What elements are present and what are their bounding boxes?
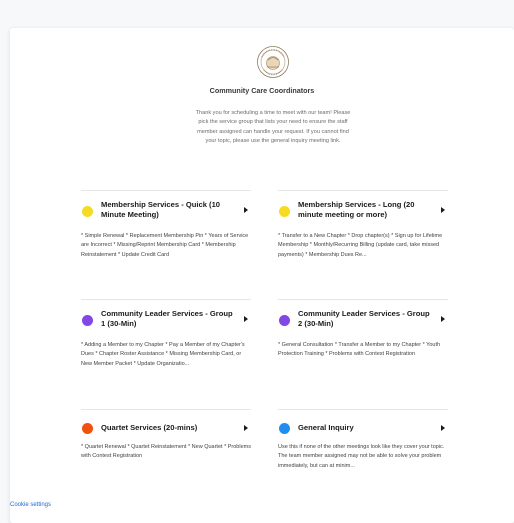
event-name: Community Leader Services - Group 2 (30-… bbox=[298, 309, 430, 328]
orange-color-dot-icon bbox=[82, 423, 93, 434]
organization-logo bbox=[256, 45, 290, 79]
blue-color-dot-icon bbox=[279, 423, 290, 434]
event-description: * General Consultation * Transfer a Memb… bbox=[278, 342, 441, 358]
purple-color-dot-icon bbox=[82, 315, 93, 326]
arrow-right-icon[interactable] bbox=[244, 207, 248, 213]
arrow-right-icon[interactable] bbox=[244, 316, 248, 322]
yellow-color-dot-icon bbox=[82, 206, 93, 217]
event-type-general-inquiry[interactable]: General Inquiry Use this if none of the … bbox=[278, 409, 448, 471]
cookie-settings-link[interactable]: Cookie settings bbox=[10, 502, 51, 508]
purple-color-dot-icon bbox=[279, 315, 290, 326]
event-name: Membership Services - Quick (10 Minute M… bbox=[101, 200, 221, 219]
intro-text: Thank you for scheduling a time to meet … bbox=[195, 110, 351, 145]
event-name: General Inquiry bbox=[298, 423, 354, 432]
event-name: Community Leader Services - Group 1 (30-… bbox=[101, 309, 233, 328]
event-name: Quartet Services (20-mins) bbox=[101, 423, 198, 432]
event-type-community-leader-group-2[interactable]: Community Leader Services - Group 2 (30-… bbox=[278, 299, 448, 360]
arrow-right-icon[interactable] bbox=[441, 316, 445, 322]
arrow-right-icon[interactable] bbox=[441, 425, 445, 431]
event-name: Membership Services - Long (20 minute me… bbox=[298, 200, 415, 219]
event-type-membership-long[interactable]: Membership Services - Long (20 minute me… bbox=[278, 190, 448, 260]
event-type-quartet-services[interactable]: Quartet Services (20-mins) * Quartet Ren… bbox=[81, 409, 251, 462]
scheduling-card: Community Care Coordinators Thank you fo… bbox=[10, 28, 514, 523]
yellow-color-dot-icon bbox=[279, 206, 290, 217]
event-description: * Quartet Renewal * Quartet Reinstatemen… bbox=[81, 444, 251, 460]
page-title: Community Care Coordinators bbox=[209, 86, 315, 95]
event-description: * Transfer to a New Chapter * Drop chapt… bbox=[278, 233, 443, 258]
event-type-community-leader-group-1[interactable]: Community Leader Services - Group 1 (30-… bbox=[81, 299, 251, 369]
arrow-right-icon[interactable] bbox=[244, 425, 248, 431]
event-type-membership-quick[interactable]: Membership Services - Quick (10 Minute M… bbox=[81, 190, 251, 260]
arrow-right-icon[interactable] bbox=[441, 207, 445, 213]
event-description: Use this if none of the other meetings l… bbox=[278, 444, 445, 469]
event-description: * Adding a Member to my Chapter * Pay a … bbox=[81, 342, 245, 367]
event-description: * Simple Renewal * Replacement Membershi… bbox=[81, 233, 249, 258]
